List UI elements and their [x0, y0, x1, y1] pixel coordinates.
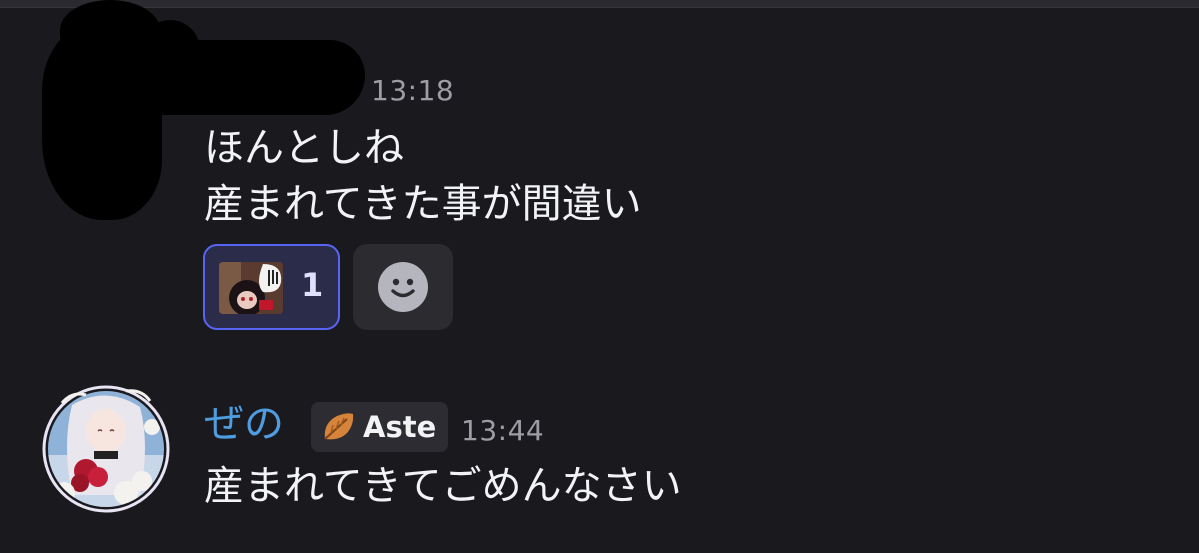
chat-view: 13:18 ほんとしね 産まれてきた事が間違い 1 ぜの Aste 13:44 …: [0, 0, 1199, 553]
reaction-chip[interactable]: 1: [203, 244, 340, 330]
server-tag[interactable]: Aste: [311, 402, 448, 452]
message-text-line: 産まれてきた事が間違い: [204, 181, 642, 227]
message-text-line: ほんとしね: [204, 125, 404, 171]
redaction-mark: [110, 40, 365, 115]
top-bar: [0, 0, 1199, 7]
server-tag-label: Aste: [363, 410, 437, 444]
sticker-emoji-icon: [219, 262, 283, 314]
add-reaction-button[interactable]: [353, 244, 453, 330]
avatar[interactable]: [42, 385, 170, 513]
divider: [0, 7, 1199, 8]
username[interactable]: ぜの: [204, 400, 284, 448]
leaf-icon: [321, 411, 355, 443]
smile-icon: [378, 262, 428, 312]
message-timestamp: 13:44: [461, 414, 545, 447]
reaction-count: 1: [301, 266, 324, 304]
message-text-line: 産まれてきてごめんなさい: [204, 463, 682, 509]
message-timestamp: 13:18: [371, 74, 455, 107]
